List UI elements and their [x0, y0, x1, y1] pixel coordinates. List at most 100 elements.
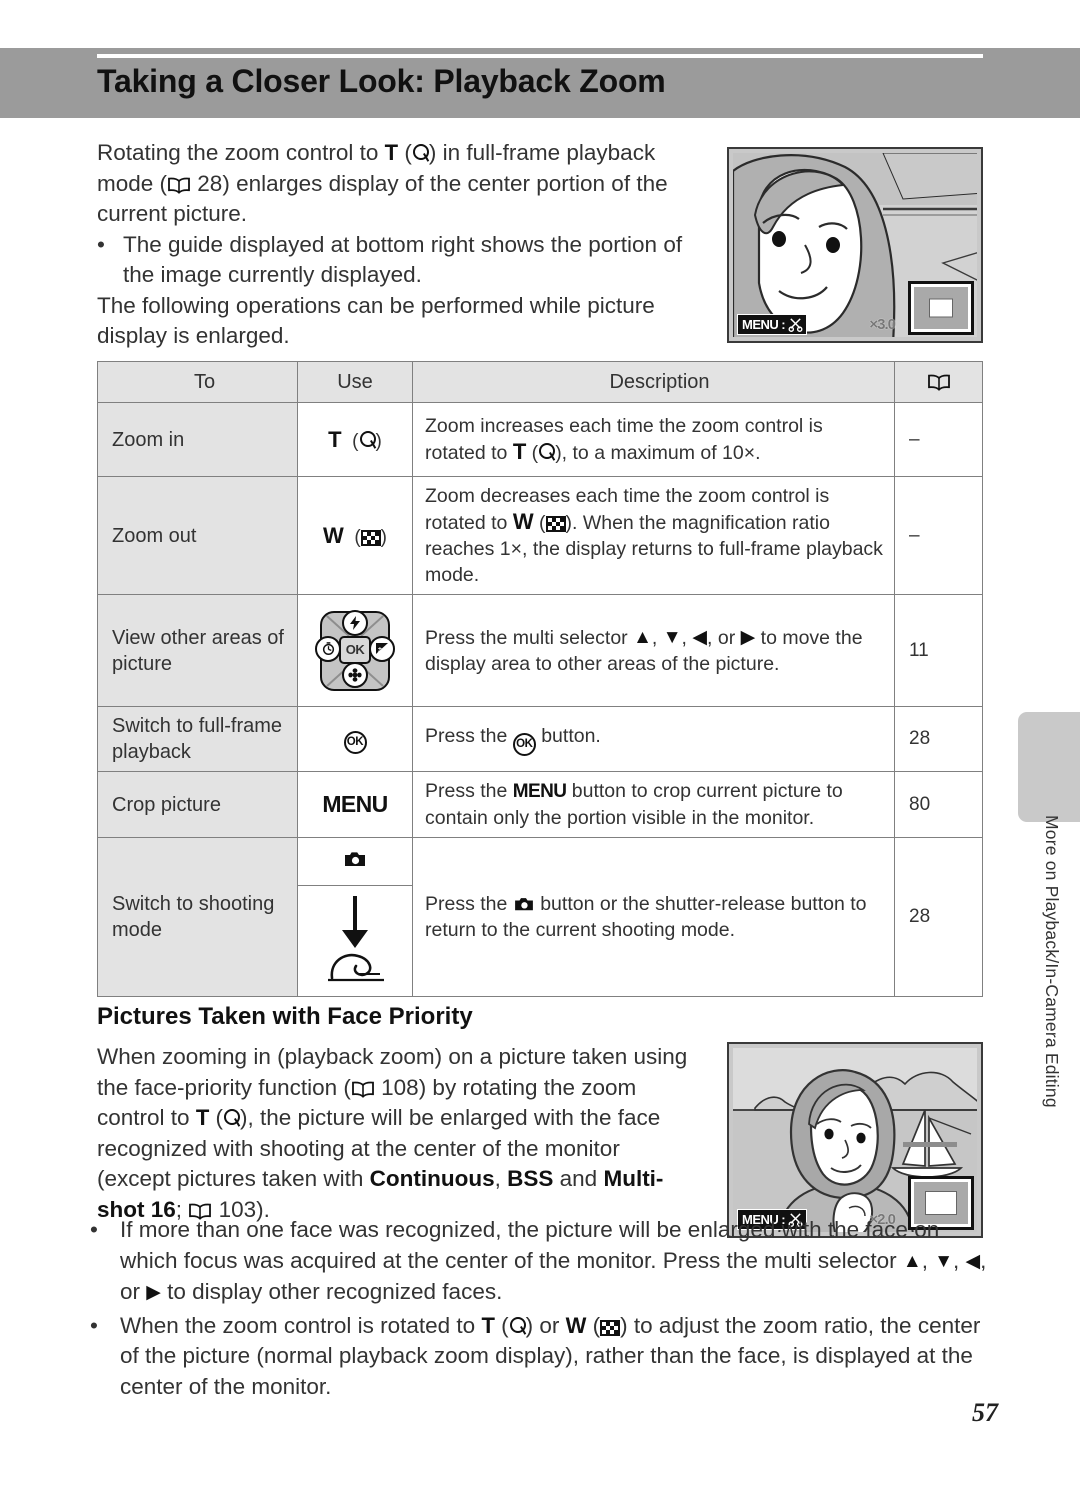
book-icon: [927, 374, 951, 391]
thumbnail-icon: [545, 516, 566, 532]
tb2-part-c: ) or: [525, 1312, 566, 1338]
menu-crop-hint: MENU :: [737, 314, 808, 335]
zoom-T-label: T: [195, 1105, 210, 1130]
zoom-T-label: T: [481, 1312, 495, 1338]
arrow-up-icon: ▲: [633, 626, 652, 648]
ok-button-icon: OK: [512, 732, 536, 756]
screenshot-face-priority-zoom: MENU : ×2.0: [727, 1042, 983, 1238]
zoom-T-label: T: [328, 426, 342, 452]
row-zoom-out-description: Zoom decreases each time the zoom contro…: [412, 476, 895, 595]
intro-bullet-1: • The guide displayed at bottom right sh…: [97, 230, 697, 291]
row-zoom-out-reference: –: [894, 476, 983, 595]
menu-button-icon: MENU: [512, 781, 567, 802]
desc-part-a: Press the: [425, 780, 513, 802]
tb1-part-e: to display other recognized faces.: [160, 1279, 503, 1304]
fp-part-c: (: [209, 1105, 224, 1130]
row-shooting-mode-label: Switch to shooting mode: [97, 837, 298, 997]
page-number: 57: [972, 1398, 998, 1427]
playback-zoom-operations-table: To Use Description Zoom in T () Zoom inc…: [97, 361, 983, 997]
row-view-areas-control: OK ±: [297, 594, 413, 707]
magnifier-icon: [538, 443, 556, 463]
desc-part-a: Press the: [425, 893, 513, 915]
scissors-icon: [788, 318, 803, 332]
intro-bullet-1-text: The guide displayed at bottom right show…: [123, 231, 683, 288]
macro-button-icon: [342, 661, 368, 688]
row-full-frame-label: Switch to full-frame playback: [97, 706, 298, 772]
zoom-ratio-indicator: ×3.0: [869, 316, 896, 333]
row-shooting-mode-description: Press the button or the shutter-release …: [412, 837, 895, 997]
row-crop-reference: 80: [894, 771, 983, 838]
fp-part-f: and: [553, 1166, 604, 1191]
tb2-part-b: (: [494, 1312, 509, 1338]
face-priority-bullets: • If more than one face was recognized, …: [90, 1215, 990, 1402]
arrow-down-icon: ▼: [662, 626, 682, 648]
zoom-T-label: T: [384, 140, 399, 165]
desc-part-c: ), to a maximum of 10×.: [555, 442, 761, 464]
menu-separator: :: [781, 317, 786, 332]
arrow-left-icon: ◀: [692, 626, 708, 648]
row-crop-label: Crop picture: [97, 771, 298, 838]
tb1-part-a: If more than one face was recognized, th…: [120, 1217, 940, 1273]
intro-paragraph-1: Rotating the zoom control to T () in ful…: [97, 138, 697, 230]
tb1-part-b: ,: [921, 1247, 935, 1273]
zoom-W-label: W: [565, 1312, 587, 1338]
row-zoom-out-label: Zoom out: [97, 476, 298, 595]
intro-p1-a: Rotating the zoom control to: [97, 140, 385, 165]
row-crop-description: Press the MENU button to crop current pi…: [412, 771, 895, 838]
camera-button-icon: [514, 898, 533, 911]
desc-part-c: ,: [681, 626, 693, 649]
intro-p1-ref: 28: [197, 170, 223, 196]
page-title: Taking a Closer Look: Playback Zoom: [97, 63, 666, 99]
zoom-W-label: W: [323, 522, 344, 548]
zoom-T-label: T: [512, 439, 527, 464]
row-crop-control: MENU: [297, 771, 413, 838]
row-zoom-in-description: Zoom increases each time the zoom contro…: [412, 402, 895, 477]
desc-part-b: (: [526, 442, 539, 464]
menu-button-icon: MENU: [322, 791, 388, 817]
table-header-row: To Use Description: [97, 361, 983, 403]
section-thumb-tab-label: More on Playback/In-Camera Editing: [1042, 815, 1062, 1108]
table-row: Switch to shooting mode Press the button…: [97, 837, 983, 997]
arrow-right-icon: ▶: [740, 626, 756, 648]
playback-zoom-guide-icon: [908, 281, 974, 335]
tail-bullet-1-text: If more than one face was recognized, th…: [120, 1215, 990, 1309]
table-row: View other areas of picture OK ± Press t…: [97, 594, 983, 707]
arrow-down-icon: ▼: [934, 1250, 954, 1272]
camera-button-icon: [345, 851, 365, 866]
flash-button-icon: [342, 609, 368, 636]
row-full-frame-reference: 28: [894, 706, 983, 772]
row-zoom-out-control: W (): [297, 476, 413, 595]
col-header-reference: [894, 361, 983, 403]
ok-button-icon: OK: [343, 731, 367, 754]
paren-close: ): [375, 430, 382, 452]
tb1-part-c: ,: [953, 1247, 966, 1273]
face-priority-paragraph: When zooming in (playback zoom) on a pic…: [97, 1042, 697, 1225]
table-row: Crop picture MENU Press the MENU button …: [97, 771, 983, 838]
shutter-release-icon: [328, 896, 384, 982]
fp-keyword-continuous: Continuous: [369, 1166, 495, 1191]
face-priority-heading: Pictures Taken with Face Priority: [97, 1003, 473, 1030]
book-icon: [167, 177, 191, 194]
table-row: Switch to full-frame playback OK Press t…: [97, 706, 983, 772]
table-row: Zoom out W () Zoom decreases each time t…: [97, 476, 983, 595]
paren-close: ): [380, 526, 387, 548]
row-view-areas-description: Press the multi selector ▲, ▼, ◀, or ▶ t…: [412, 594, 895, 707]
magnifier-icon: [509, 1316, 526, 1337]
row-shooting-mode-shutter-release: [297, 885, 413, 997]
arrow-left-icon: ◀: [965, 1250, 981, 1272]
row-full-frame-description: Press the OK button.: [412, 706, 895, 772]
section-thumb-tab: [1018, 712, 1080, 822]
intro-p1-b: (: [398, 140, 412, 165]
multi-selector-icon: OK ±: [312, 605, 398, 697]
bullet-dot-icon: •: [97, 231, 105, 257]
row-view-areas-reference: 11: [894, 594, 983, 707]
fp-ref-1: 108: [381, 1074, 419, 1100]
col-header-description: Description: [412, 361, 895, 403]
row-shooting-mode-camera-button: [297, 837, 413, 886]
tb2-part-a: When the zoom control is rotated to: [120, 1312, 482, 1338]
arrow-up-icon: ▲: [902, 1250, 922, 1272]
row-full-frame-control: OK: [297, 706, 413, 772]
row-zoom-in-reference: –: [894, 402, 983, 477]
tb2-part-d: (: [586, 1312, 601, 1338]
magnifier-icon: [412, 144, 429, 164]
